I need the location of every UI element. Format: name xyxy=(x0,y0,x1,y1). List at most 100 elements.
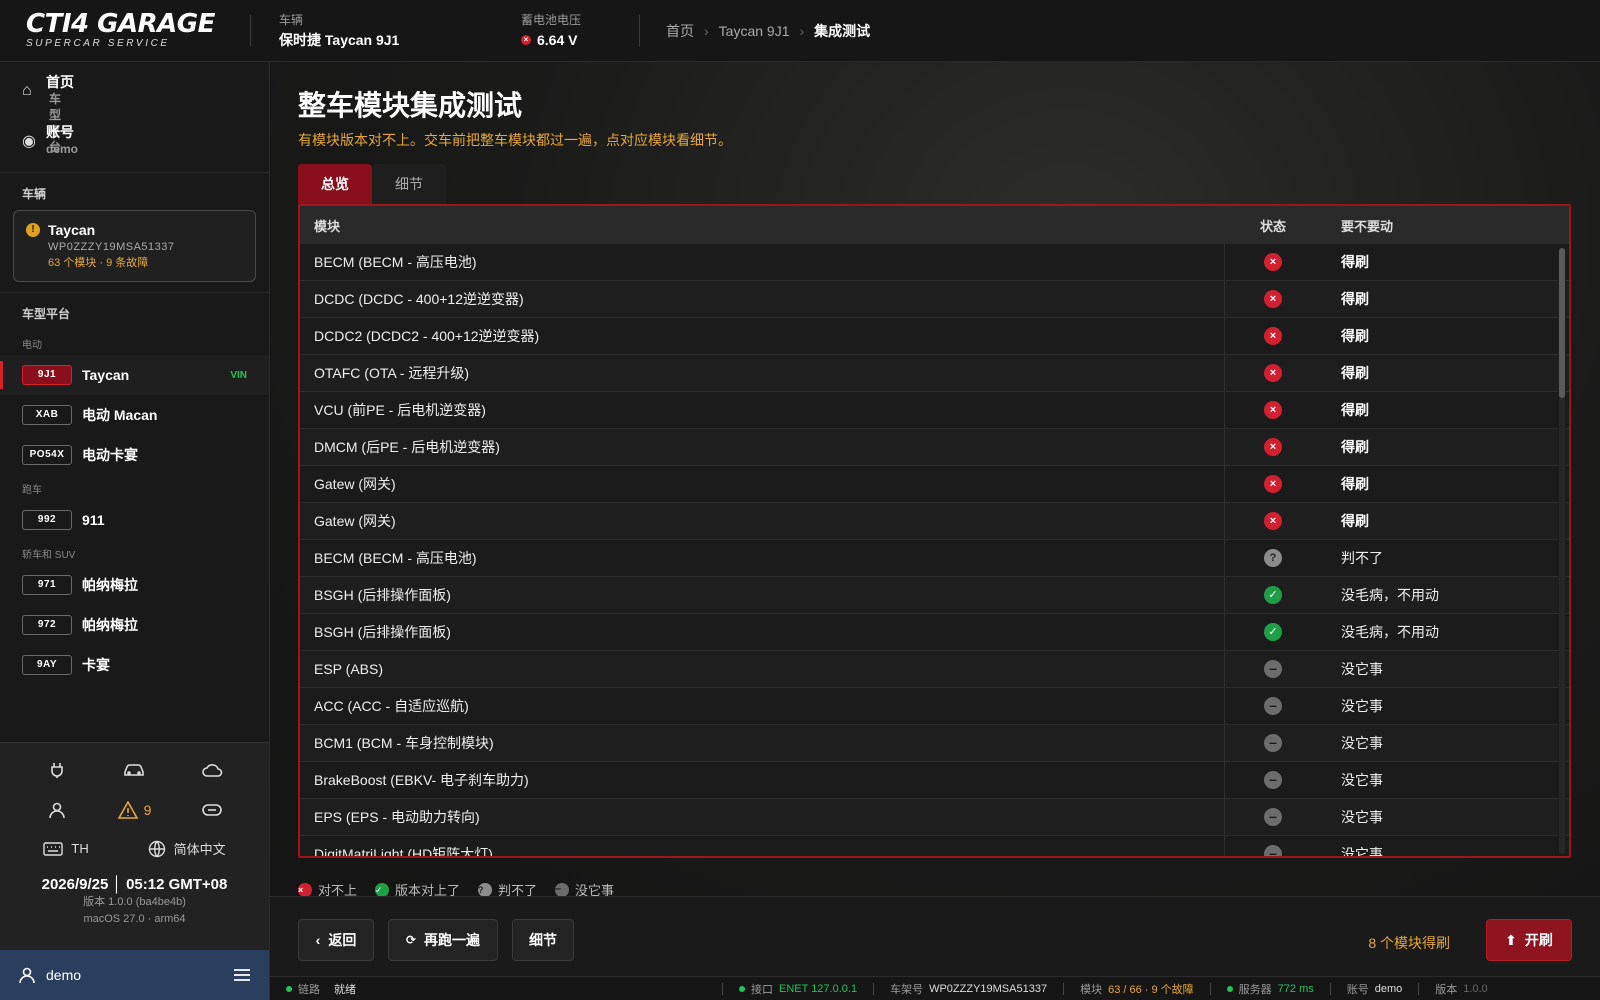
car-icon[interactable] xyxy=(96,757,174,783)
status-version: 版本 1.0.0 xyxy=(1435,981,1487,997)
model-name: 911 xyxy=(82,512,105,528)
language-label: 简体中文 xyxy=(173,842,226,857)
chevron-right-icon: › xyxy=(704,22,709,39)
action-text: 得刷 xyxy=(1341,476,1369,492)
action-text: 得刷 xyxy=(1341,291,1369,307)
sidebar-item-account[interactable]: ◉ 账号 demo xyxy=(0,116,269,166)
table-row[interactable]: DCDC2 (DCDC2 - 400+12逆逆变器) × 得刷 xyxy=(300,317,1569,355)
status-cell: × xyxy=(1225,327,1321,345)
link-icon[interactable] xyxy=(173,797,251,823)
cloud-icon[interactable] xyxy=(173,757,251,783)
status-cell: × xyxy=(1225,512,1321,530)
module-name: DigitMatriLight (HD矩阵大灯) xyxy=(300,835,1225,856)
divider xyxy=(0,292,269,293)
minus-icon: – xyxy=(1264,734,1282,752)
details-button[interactable]: 细节 xyxy=(512,919,574,961)
vehicle-stats: 63 个模块 · 9 条故障 xyxy=(48,257,149,269)
tab-details[interactable]: 细节 xyxy=(372,164,446,204)
brand-logo[interactable]: CTI4 GARAGE SUPERCAR SERVICE xyxy=(0,11,250,50)
flash-button[interactable]: ⬆ 开刷 xyxy=(1486,919,1572,961)
back-button[interactable]: ‹ 返回 xyxy=(298,919,374,961)
vin-tag: VIN xyxy=(230,369,247,381)
table-row[interactable]: ESP (ABS) – 没它事 xyxy=(300,650,1569,688)
module-table: 模块 状态 要不要动 BECM (BECM - 高压电池) × 得刷 DCDC (DC… xyxy=(298,204,1571,858)
table-row[interactable]: Gatew (网关) × 得刷 xyxy=(300,502,1569,540)
action-text: 得刷 xyxy=(1341,439,1369,455)
sidebar-item-home[interactable]: ⌂ 首页 车型平台 xyxy=(0,66,269,154)
status-value: WP0ZZZY19MSA51337 xyxy=(929,982,1048,995)
table-row[interactable]: DigitMatriLight (HD矩阵大灯) – 没它事 xyxy=(300,835,1569,856)
question-icon: ? xyxy=(1264,549,1282,567)
brand-tagline: SUPERCAR SERVICE xyxy=(26,38,170,49)
vehicle-indicator: 车辆 保时捷 Taycan 9J1 xyxy=(251,12,521,50)
error-icon: × xyxy=(1264,364,1282,382)
module-name: Gatew (网关) xyxy=(300,465,1225,503)
table-row[interactable]: BECM (BECM - 高压电池) × 得刷 xyxy=(300,243,1569,281)
status-label: 版本 xyxy=(1435,983,1458,996)
module-name: ACC (ACC - 自适应巡航) xyxy=(300,687,1225,725)
status-dot-icon xyxy=(286,985,292,992)
scrollbar-thumb[interactable] xyxy=(1559,248,1565,398)
model-item-9j1[interactable]: 9J1 Taycan VIN xyxy=(0,355,269,395)
table-row[interactable]: BSGH (后排操作面板) ✓ 没毛病，不用动 xyxy=(300,613,1569,651)
model-item-992[interactable]: 992 911 xyxy=(0,500,269,540)
status-cell: × xyxy=(1225,401,1321,419)
table-row[interactable]: Gatew (网关) × 得刷 xyxy=(300,465,1569,503)
table-row[interactable]: BSGH (后排操作面板) ✓ 没毛病，不用动 xyxy=(300,576,1569,614)
error-icon: × xyxy=(1264,327,1282,345)
user-icon[interactable] xyxy=(18,797,96,823)
status-cell: – xyxy=(1225,771,1321,789)
tab-overview[interactable]: 总览 xyxy=(298,164,372,204)
action-text: 得刷 xyxy=(1341,254,1369,270)
action-text: 没毛病，不用动 xyxy=(1341,624,1439,640)
action-text: 没它事 xyxy=(1341,735,1383,751)
table-row[interactable]: DCDC (DCDC - 400+12逆逆变器) × 得刷 xyxy=(300,280,1569,318)
keyboard-layout-button[interactable]: TH xyxy=(43,839,89,858)
error-icon: × xyxy=(521,34,531,45)
platform-section-title: 车型平台 xyxy=(22,307,71,321)
model-name: 卡宴 xyxy=(82,657,110,673)
vehicle-card[interactable]: ! Taycan WP0ZZZY19MSA51337 63 个模块 · 9 条故… xyxy=(13,210,256,282)
model-code: XAB xyxy=(22,405,72,425)
model-item-971[interactable]: 971 帕纳梅拉 xyxy=(0,565,269,605)
table-row[interactable]: DMCM (后PE - 后电机逆变器) × 得刷 xyxy=(300,428,1569,466)
action-text: 没它事 xyxy=(1341,772,1383,788)
model-item-9ay[interactable]: 9AY 卡宴 xyxy=(0,645,269,685)
table-row[interactable]: EPS (EPS - 电动助力转向) – 没它事 xyxy=(300,798,1569,836)
error-icon: × xyxy=(1264,401,1282,419)
menu-icon xyxy=(234,969,250,981)
model-item-xab[interactable]: XAB 电动 Macan xyxy=(0,395,269,435)
error-icon: × xyxy=(1264,290,1282,308)
warnings-button[interactable]: 9 xyxy=(96,797,174,823)
model-item-po54x[interactable]: PO54X 电动卡宴 xyxy=(0,435,269,475)
plug-icon[interactable] xyxy=(18,757,96,783)
table-row[interactable]: BCM1 (BCM - 车身控制模块) – 没它事 xyxy=(300,724,1569,762)
table-row[interactable]: BrakeBoost (EBKV- 电子刹车助力) – 没它事 xyxy=(300,761,1569,799)
status-label: 服务器 xyxy=(1238,983,1272,996)
table-row[interactable]: ACC (ACC - 自适应巡航) – 没它事 xyxy=(300,687,1569,725)
rerun-button[interactable]: ⟳ 再跑一遍 xyxy=(388,919,498,961)
minus-icon: – xyxy=(1264,808,1282,826)
error-icon: × xyxy=(1264,253,1282,271)
user-menu[interactable]: demo xyxy=(0,950,269,1000)
status-cell: × xyxy=(1225,290,1321,308)
breadcrumb-home[interactable]: 首页 xyxy=(666,21,694,41)
column-header-status[interactable]: 状态 xyxy=(1225,216,1321,235)
table-row[interactable]: OTAFC (OTA - 远程升级) × 得刷 xyxy=(300,354,1569,392)
model-name: 电动卡宴 xyxy=(82,447,138,463)
sidebar-item-title: 首页 xyxy=(46,74,74,90)
column-header-module[interactable]: 模块 xyxy=(300,216,1225,235)
action-text: 没它事 xyxy=(1341,661,1383,677)
module-name: DMCM (后PE - 后电机逆变器) xyxy=(300,428,1225,466)
scrollbar[interactable] xyxy=(1559,248,1565,854)
table-row[interactable]: VCU (前PE - 后电机逆变器) × 得刷 xyxy=(300,391,1569,429)
column-header-action[interactable]: 要不要动 xyxy=(1321,216,1569,235)
action-text: 判不了 xyxy=(1341,550,1383,566)
model-item-972[interactable]: 972 帕纳梅拉 xyxy=(0,605,269,645)
breadcrumb-vehicle[interactable]: Taycan 9J1 xyxy=(719,23,790,39)
model-code: 9AY xyxy=(22,655,72,675)
status-label: 车架号 xyxy=(890,983,924,996)
module-name: BECM (BECM - 高压电池) xyxy=(300,243,1225,281)
language-button[interactable]: 简体中文 xyxy=(148,839,226,858)
table-row[interactable]: BECM (BECM - 高压电池)? 判不了 xyxy=(300,539,1569,577)
